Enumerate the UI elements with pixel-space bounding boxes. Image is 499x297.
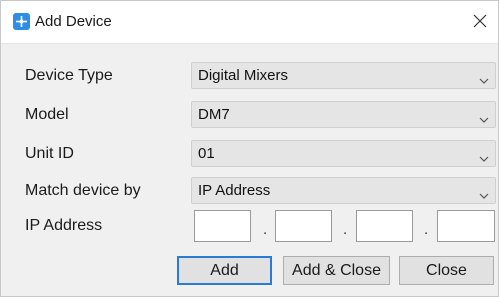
title-bar[interactable]: Add Device <box>1 1 498 44</box>
chevron-down-icon <box>479 72 489 84</box>
device-type-label: Device Type <box>25 67 113 84</box>
device-type-value: Digital Mixers <box>198 67 289 84</box>
ip-separator: . <box>343 221 348 238</box>
chevron-down-icon <box>479 111 489 123</box>
ip-octet-1-input[interactable] <box>194 210 251 242</box>
ip-octet-2-input[interactable] <box>275 210 332 242</box>
ip-address-label: IP Address <box>25 217 103 234</box>
ip-octet-4-input[interactable] <box>437 210 495 242</box>
add-and-close-button[interactable]: Add & Close <box>283 256 390 285</box>
match-by-select[interactable]: IP Address <box>191 177 496 204</box>
ip-octet-3-input[interactable] <box>356 210 413 242</box>
unit-id-value: 01 <box>198 145 215 162</box>
ip-separator: . <box>263 221 268 238</box>
model-select[interactable]: DM7 <box>191 101 496 128</box>
add-device-dialog: Add Device Device Type Digital Mixers Mo… <box>0 0 499 297</box>
app-logo-icon <box>13 13 30 30</box>
dialog-title: Add Device <box>35 13 112 30</box>
match-by-value: IP Address <box>198 182 271 199</box>
ip-separator: . <box>424 221 429 238</box>
device-type-select[interactable]: Digital Mixers <box>191 62 496 89</box>
close-icon[interactable] <box>469 10 491 32</box>
add-button[interactable]: Add <box>177 256 272 285</box>
close-button[interactable]: Close <box>399 256 494 285</box>
chevron-down-icon <box>479 150 489 162</box>
match-by-label: Match device by <box>25 182 141 199</box>
unit-id-label: Unit ID <box>25 145 74 162</box>
chevron-down-icon <box>479 187 489 199</box>
unit-id-select[interactable]: 01 <box>191 140 496 167</box>
model-label: Model <box>25 106 69 123</box>
model-value: DM7 <box>198 106 230 123</box>
